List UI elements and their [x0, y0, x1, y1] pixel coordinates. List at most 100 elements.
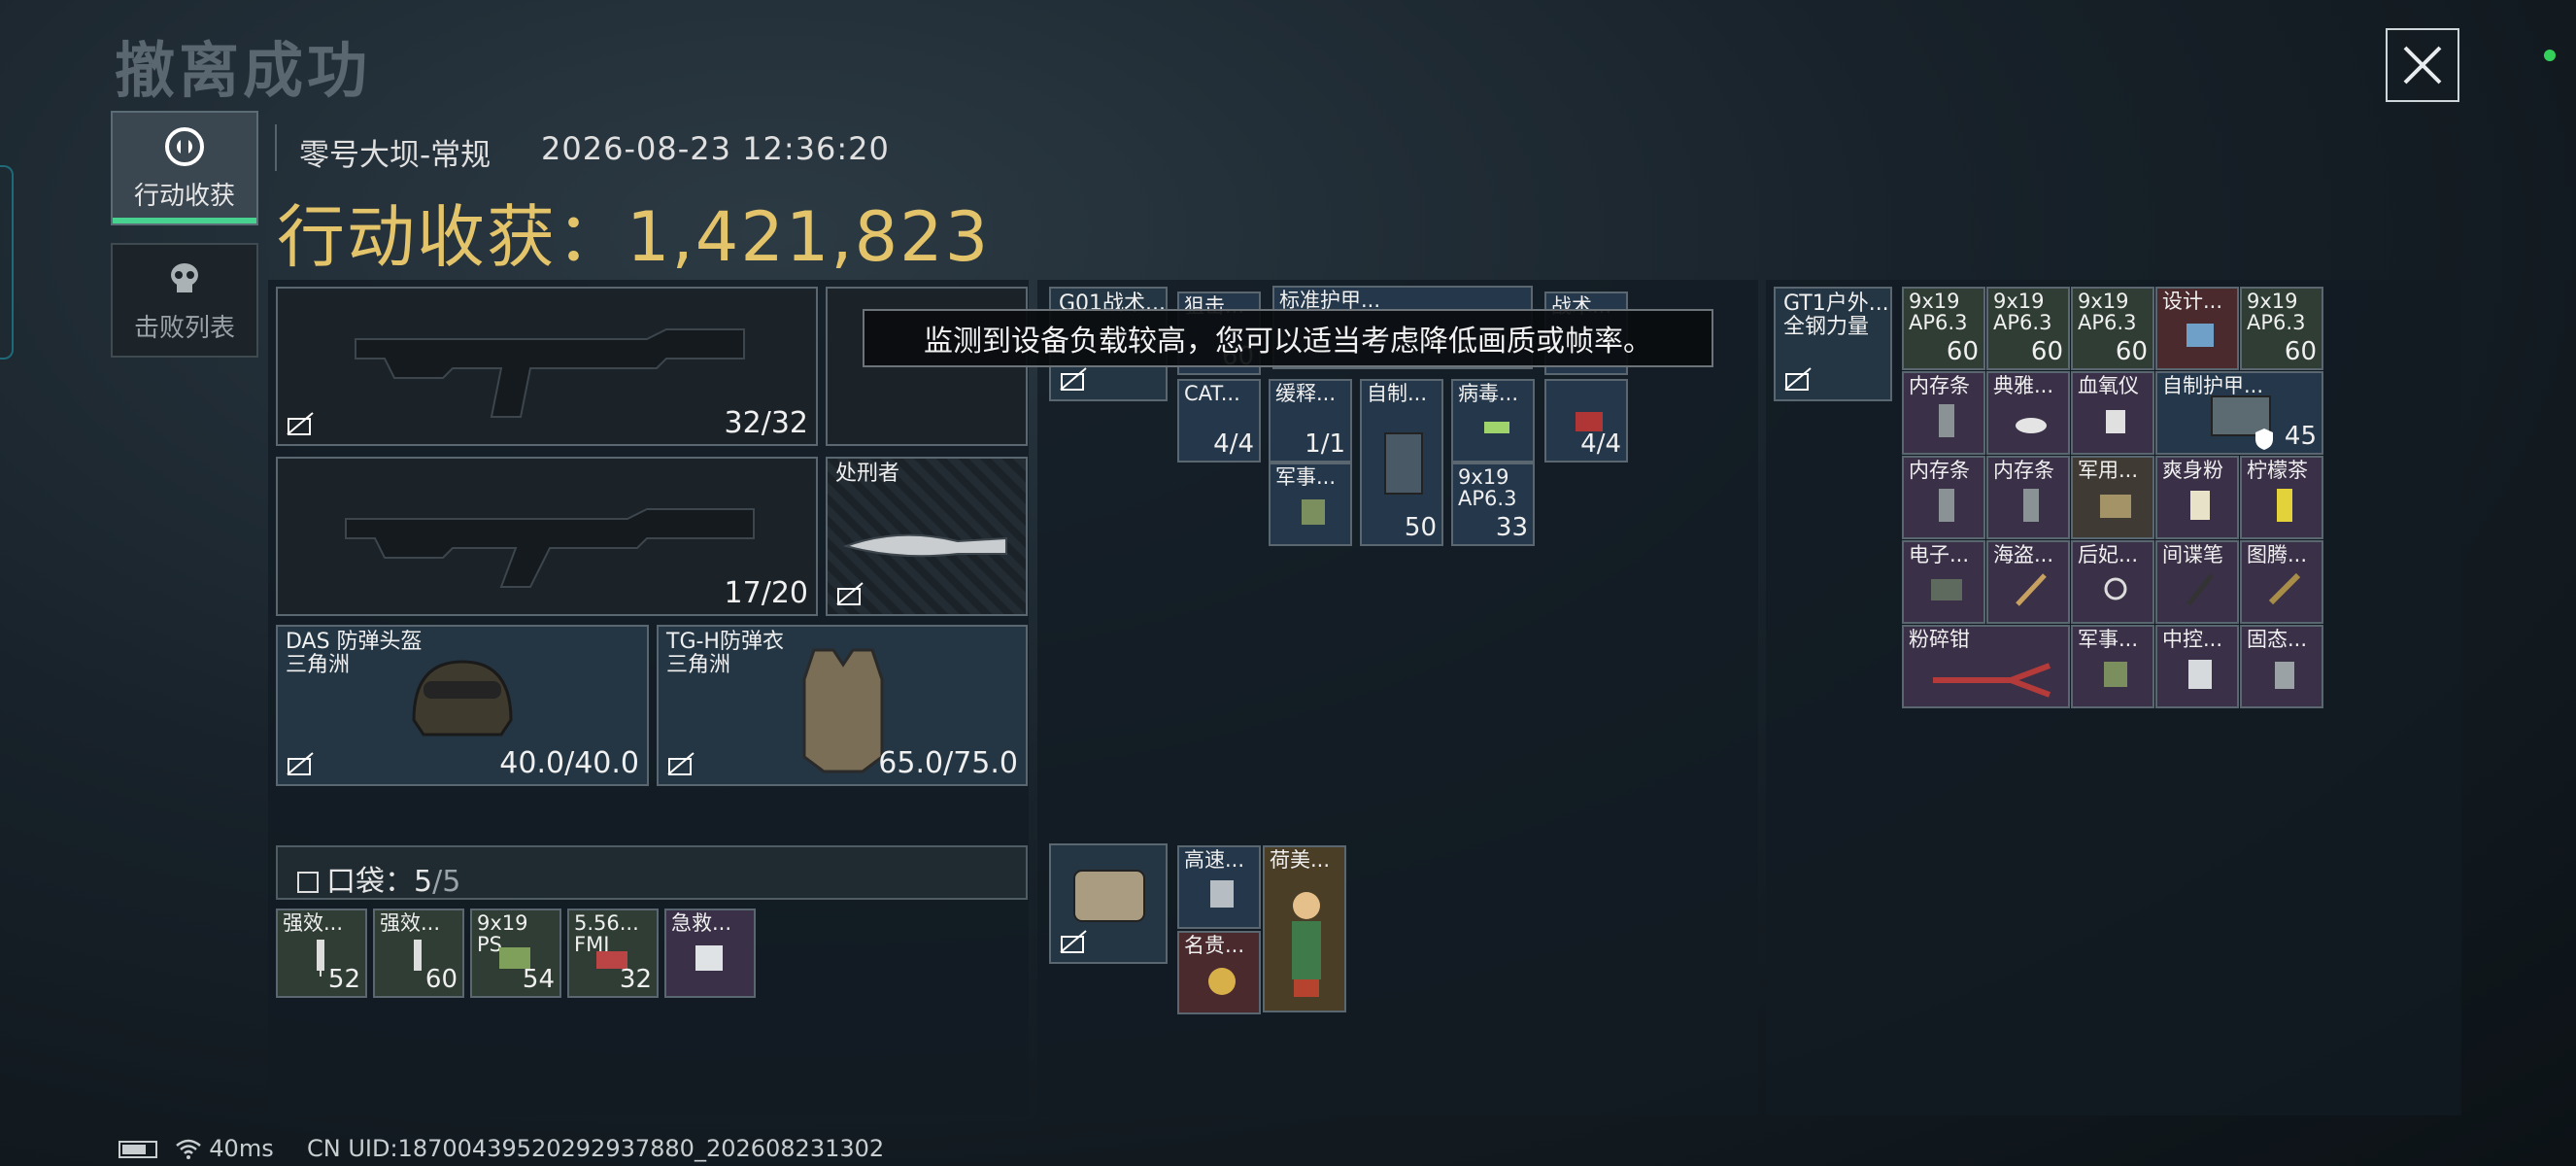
stash-item[interactable]: 电子...: [1902, 540, 1985, 624]
primary-weapon-slot[interactable]: 32/32: [276, 287, 818, 446]
item-name: 名贵...: [1184, 934, 1245, 957]
primary-ammo: 32/32: [724, 406, 808, 440]
pocket-item[interactable]: 急救...: [664, 909, 756, 998]
rig-item[interactable]: CAT... 4/4: [1177, 379, 1261, 463]
pocket-item[interactable]: 9x19 PS... 54: [470, 909, 561, 998]
item-count: 32: [619, 965, 652, 994]
stash-item[interactable]: 图腾...: [2240, 540, 2323, 624]
page-title: 撤离成功: [115, 35, 372, 106]
stash-item[interactable]: 海盗...: [1986, 540, 2070, 624]
tab-kills-label: 击败列表: [133, 313, 235, 343]
secondary-weapon-slot[interactable]: 17/20: [276, 457, 818, 616]
item-name: 海盗...: [1993, 543, 2054, 566]
stash-vest-slot[interactable]: GT1户外... 全钢力量: [1774, 287, 1892, 401]
melee-slot[interactable]: 处刑者: [826, 457, 1028, 616]
item-name: 粉碎钳: [1909, 628, 1970, 651]
armor-slot[interactable]: TG-H防弹衣 三角洲 65.0/75.0: [657, 625, 1028, 786]
helmet-maker: 三角洲: [286, 653, 351, 677]
rig-item[interactable]: 缓释... 1/1: [1269, 379, 1352, 463]
item-count: 54: [522, 965, 555, 994]
stash-item[interactable]: 后妃...: [2071, 540, 2154, 624]
item-name: 强效...: [380, 911, 441, 935]
circuit-icon: [1931, 579, 1962, 600]
pliers-icon: [1933, 663, 2051, 698]
tab-loot[interactable]: 行动收获: [111, 111, 258, 225]
pocket-item[interactable]: 5.56... FMJ 32: [567, 909, 659, 998]
item-count: 60: [2030, 337, 2063, 366]
stash-item[interactable]: 内存条: [1902, 371, 1985, 455]
item-count: 33: [1495, 513, 1528, 542]
ping: 40ms: [209, 1135, 274, 1162]
pocket-item[interactable]: 强效... 52: [276, 909, 367, 998]
stash-item[interactable]: 内存条: [1902, 456, 1985, 539]
helmet-title: DAS 防弹头盔: [286, 630, 423, 654]
item-name: 间谍笔: [2162, 543, 2223, 566]
header-divider: [275, 124, 277, 171]
pocket-header: 口袋：5/5: [276, 845, 1028, 900]
stash-item[interactable]: 爽身粉: [2155, 456, 2239, 539]
stash-item[interactable]: 粉碎钳: [1902, 625, 2070, 708]
close-icon: [2403, 46, 2442, 85]
stash-item[interactable]: 典雅...: [1986, 371, 2070, 455]
tab-kills[interactable]: 击败列表: [111, 243, 258, 358]
armor-name: TG-H防弹衣 三角洲: [666, 631, 784, 677]
stash-item[interactable]: 中控...: [2155, 625, 2239, 708]
backpack-item[interactable]: 名贵...: [1177, 931, 1261, 1014]
shield-icon: [2255, 429, 2273, 450]
backpack-item[interactable]: 高速...: [1177, 845, 1261, 929]
stash-item[interactable]: 军事...: [2071, 625, 2154, 708]
pouch-icon: [1073, 870, 1145, 922]
melee-name: 处刑者: [835, 462, 900, 486]
item-name: 图腾...: [2247, 543, 2308, 566]
backpack-item[interactable]: 荷美...: [1263, 845, 1346, 1012]
pocket-item[interactable]: 强效... 60: [373, 909, 464, 998]
stash-item[interactable]: 固态...: [2240, 625, 2323, 708]
item-name: 柠檬茶: [2247, 459, 2308, 482]
item-count: 4/4: [1580, 429, 1621, 459]
item-name: GT1户外... 全钢力量: [1783, 292, 1889, 339]
oximeter-icon: [2106, 410, 2125, 433]
stash-item[interactable]: 间谍笔: [2155, 540, 2239, 624]
item-count: 60: [2115, 337, 2148, 366]
item-name: 荷美...: [1270, 848, 1331, 872]
item-count: 60: [424, 965, 458, 994]
raid-datetime: 2026-08-23 12:36:20: [541, 130, 890, 167]
rig-item[interactable]: 自制... 50: [1360, 379, 1443, 546]
stash-item[interactable]: 军用...: [2071, 456, 2154, 539]
stash-item[interactable]: 血氧仪: [2071, 371, 2154, 455]
crate-icon: [2100, 495, 2131, 518]
stash-item[interactable]: 9x19 AP6.3 60: [1902, 287, 1985, 370]
helmet-slot[interactable]: DAS 防弹头盔 三角洲 40.0/40.0: [276, 625, 649, 786]
stash-item[interactable]: 9x19 AP6.3 60: [1986, 287, 2070, 370]
stash-item[interactable]: 9x19 AP6.3 60: [2240, 287, 2323, 370]
ram-icon: [2023, 489, 2039, 522]
armor-plate-icon: [1384, 432, 1423, 495]
stash-item[interactable]: 自制护甲... 45: [2155, 371, 2323, 455]
pocket-label: 口袋：5/5: [297, 857, 460, 900]
item-name: 典雅...: [1993, 374, 2054, 397]
item-name: 9x19 AP6.3: [2078, 290, 2137, 334]
rig-item[interactable]: 军事...: [1269, 463, 1352, 546]
rifle-icon: [345, 508, 755, 588]
side-drawer-handle[interactable]: [0, 165, 14, 360]
item-name: 后妃...: [2078, 543, 2139, 566]
stash-item[interactable]: 9x19 AP6.3 60: [2071, 287, 2154, 370]
rig-item[interactable]: 病毒...: [1451, 379, 1535, 463]
pocket-title: 口袋：: [326, 865, 414, 899]
wifi-icon: [175, 1139, 201, 1159]
close-button[interactable]: [2386, 28, 2459, 102]
backpack-slot[interactable]: [1049, 843, 1168, 964]
rig-item[interactable]: 4/4: [1544, 379, 1628, 463]
item-name: 急救...: [671, 911, 732, 935]
item-name: 自制...: [1367, 382, 1428, 405]
stash-item[interactable]: 内存条: [1986, 456, 2070, 539]
stash-item[interactable]: 设计...: [2155, 287, 2239, 370]
stash-item[interactable]: 柠檬茶: [2240, 456, 2323, 539]
item-name: 9x19 AP6.3: [1458, 465, 1517, 510]
earnings-value: 1,421,823: [627, 197, 991, 277]
hairpin-icon: [2104, 577, 2127, 600]
helmet-durability: 40.0/40.0: [499, 746, 639, 780]
rig-item[interactable]: 9x19 AP6.3 33: [1451, 463, 1535, 546]
item-name: 军事...: [2078, 628, 2139, 651]
armor-maker: 三角洲: [666, 653, 731, 677]
